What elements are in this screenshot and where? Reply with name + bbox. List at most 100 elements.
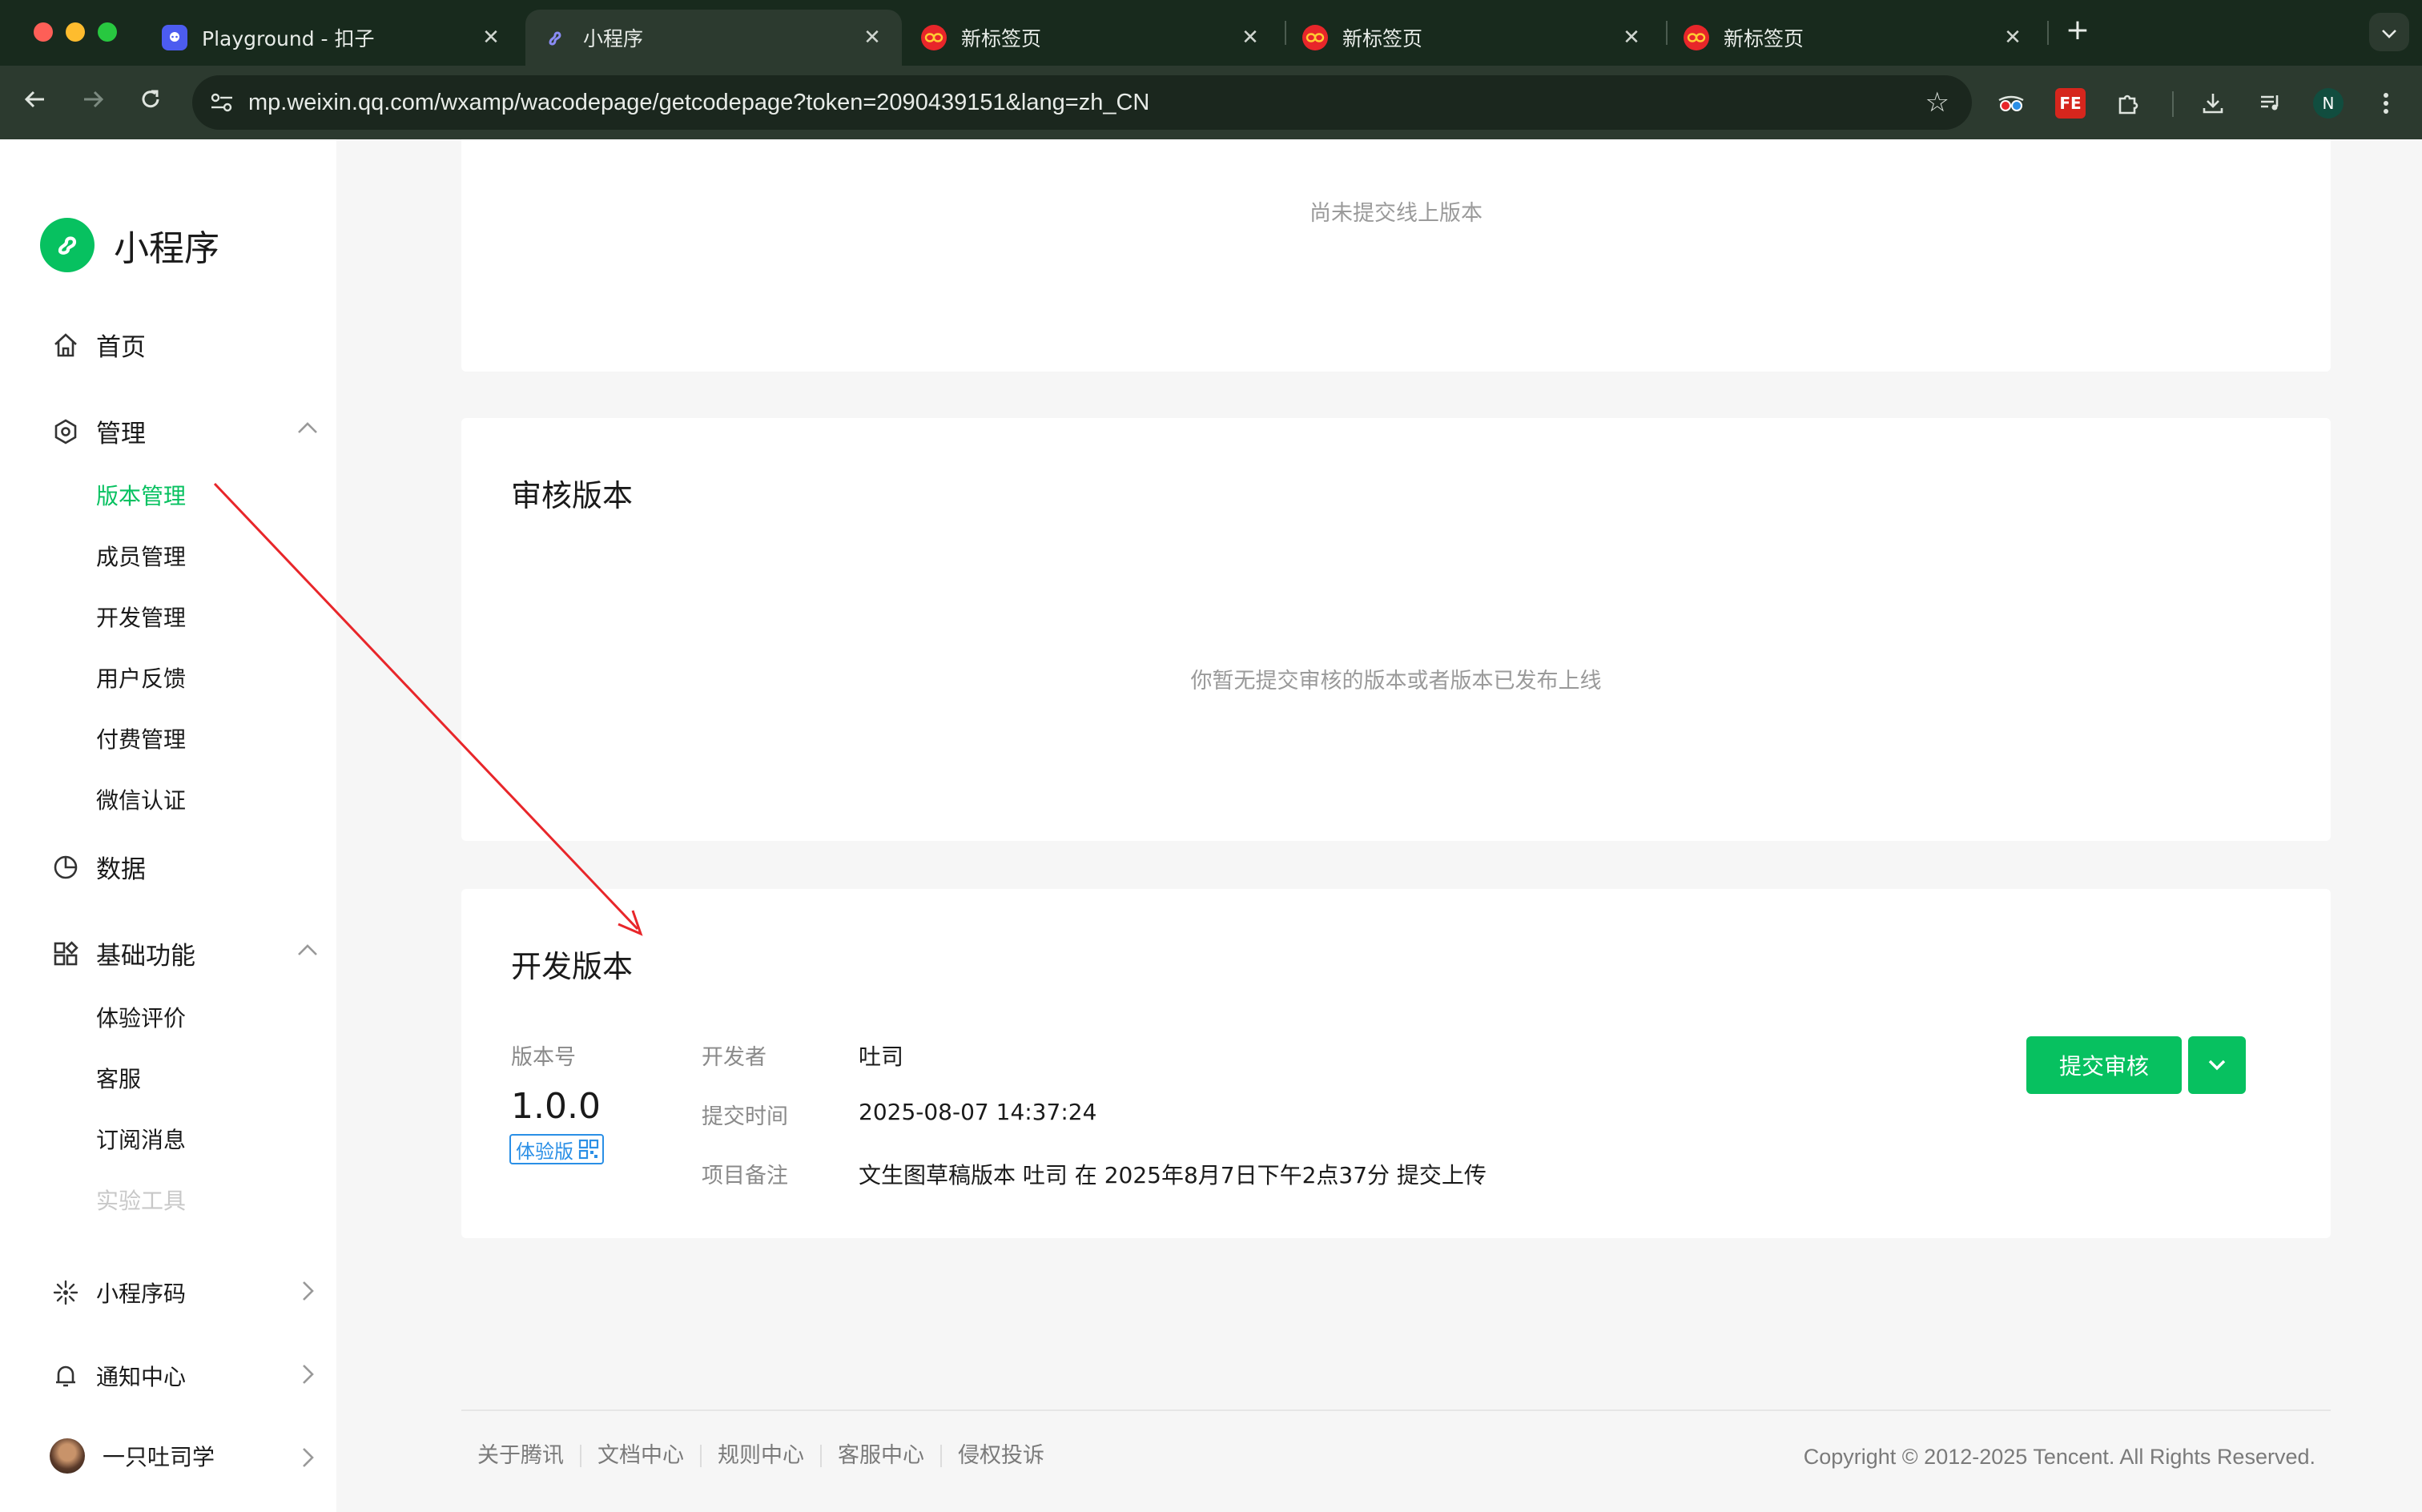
new-tab-button[interactable]: + <box>2060 14 2095 50</box>
extensions-puzzle-icon[interactable] <box>2113 88 2143 119</box>
footer-links: 关于腾讯 文档中心 规则中心 客服中心 侵权投诉 <box>477 1445 1060 1467</box>
chevron-right-icon[interactable] <box>293 1277 322 1305</box>
address-bar[interactable]: mp.weixin.qq.com/wxamp/wacodepage/getcod… <box>192 75 1972 130</box>
forward-button[interactable] <box>74 83 112 122</box>
reload-button[interactable] <box>131 83 170 122</box>
tab-new-2[interactable]: 新标签页 ✕ <box>1285 10 1661 66</box>
qrcode-icon <box>578 1139 599 1160</box>
more-actions-button[interactable] <box>2188 1036 2246 1094</box>
sidebar-item-dev-manage[interactable]: 开发管理 <box>96 601 186 633</box>
version-label: 版本号 <box>511 1045 576 1070</box>
sidebar-item-manage[interactable]: 管理 <box>50 413 146 449</box>
media-controls-icon[interactable] <box>2255 88 2286 119</box>
miniprogram-logo-icon <box>40 218 95 272</box>
sidebar-item-basic[interactable]: 基础功能 <box>50 935 195 971</box>
tab-playground[interactable]: Playground - 扣子 ✕ <box>144 10 521 66</box>
sidebar-item-wechat-verify[interactable]: 微信认证 <box>96 783 186 815</box>
logo-text: 小程序 <box>114 228 219 269</box>
version-number: 1.0.0 <box>511 1086 601 1127</box>
sidebar-item-qrcode[interactable]: 小程序码 <box>50 1277 186 1309</box>
browser-tab-bar: Playground - 扣子 ✕ 小程序 ✕ 新标签页 ✕ 新标签页 ✕ 新标… <box>0 0 2422 66</box>
browser-toolbar: mp.weixin.qq.com/wxamp/wacodepage/getcod… <box>0 66 2422 139</box>
chevron-right-icon[interactable] <box>293 1360 322 1389</box>
qrcode-burst-icon <box>50 1277 82 1309</box>
profile-avatar[interactable]: N <box>2313 88 2344 119</box>
logo[interactable]: 小程序 <box>40 218 219 272</box>
reload-icon <box>142 90 159 108</box>
chevron-up-icon[interactable] <box>293 935 322 964</box>
sidebar-item-payment[interactable]: 付费管理 <box>96 722 186 754</box>
tab-title: 新标签页 <box>1724 27 1804 50</box>
coze-icon <box>162 25 187 50</box>
minimize-window-button[interactable] <box>66 22 85 42</box>
footer-link-rules[interactable]: 规则中心 <box>700 1445 820 1467</box>
home-icon <box>50 329 82 361</box>
arrow-right-icon <box>84 90 104 108</box>
close-tab-icon[interactable]: ✕ <box>1619 26 1644 50</box>
sidebar-item-data[interactable]: 数据 <box>50 849 146 885</box>
newtab-icon <box>921 25 947 50</box>
avatar <box>50 1438 85 1474</box>
footer-link-service[interactable]: 客服中心 <box>820 1445 940 1467</box>
sidebar-item-label: 首页 <box>96 333 146 362</box>
settings-hexagon-icon <box>50 416 82 448</box>
close-window-button[interactable] <box>34 22 53 42</box>
tab-miniprogram[interactable]: 小程序 ✕ <box>525 10 902 66</box>
sidebar-item-user[interactable]: 一只吐司学 <box>50 1438 215 1474</box>
downloads-icon[interactable] <box>2198 88 2228 119</box>
sidebar-item-member-manage[interactable]: 成员管理 <box>96 540 186 572</box>
tab-search-button[interactable] <box>2369 13 2409 51</box>
footer-divider <box>461 1409 2331 1411</box>
online-version-card: 尚未提交线上版本 <box>461 139 2331 372</box>
browser-menu-icon[interactable] <box>2371 88 2401 119</box>
pie-chart-icon <box>50 851 82 883</box>
back-button[interactable] <box>16 83 54 122</box>
online-empty-text: 尚未提交线上版本 <box>1310 201 1483 226</box>
extension-glasses-icon[interactable] <box>1996 88 2026 119</box>
close-tab-icon[interactable]: ✕ <box>860 26 884 50</box>
sidebar-item-customer-service[interactable]: 客服 <box>96 1062 141 1094</box>
grid-apps-icon <box>50 938 82 970</box>
footer-link-docs[interactable]: 文档中心 <box>580 1445 700 1467</box>
sidebar-item-home[interactable]: 首页 <box>50 327 146 363</box>
user-name: 一只吐司学 <box>103 1444 215 1470</box>
sidebar-item-experiment-tools[interactable]: 实验工具 <box>96 1184 186 1216</box>
tab-title: Playground - 扣子 <box>202 27 375 50</box>
chevron-right-icon[interactable] <box>293 1443 322 1472</box>
close-tab-icon[interactable]: ✕ <box>479 26 503 50</box>
chevron-down-icon <box>2208 1060 2226 1071</box>
sidebar-item-subscribe-message[interactable]: 订阅消息 <box>96 1123 186 1155</box>
chevron-down-icon <box>2382 30 2396 38</box>
chevron-up-icon[interactable] <box>293 413 322 442</box>
sidebar-item-feedback[interactable]: 用户反馈 <box>96 662 186 694</box>
maximize-window-button[interactable] <box>98 22 117 42</box>
page-content: 小程序 首页 管理 版本管理 成员管理 开发管理 用户反馈 付费管理 微信认证 <box>0 139 2422 1512</box>
url-text: mp.weixin.qq.com/wxamp/wacodepage/getcod… <box>248 89 1150 115</box>
experience-badge[interactable]: 体验版 <box>509 1134 604 1164</box>
developer-value: 吐司 <box>859 1044 904 1070</box>
submit-time-value: 2025-08-07 14:37:24 <box>859 1099 1097 1125</box>
tab-new-1[interactable]: 新标签页 ✕ <box>903 10 1280 66</box>
tab-title: 小程序 <box>583 27 644 50</box>
sidebar-item-notify[interactable]: 通知中心 <box>50 1360 186 1392</box>
tab-new-3[interactable]: 新标签页 ✕ <box>1666 10 2042 66</box>
site-settings-icon[interactable] <box>210 91 234 114</box>
dev-version-card: 开发版本 版本号 1.0.0 体验版 开发者 吐司 提交时间 2025-08-0… <box>461 889 2331 1238</box>
sidebar-item-label: 基础功能 <box>96 942 195 971</box>
badge-label: 体验版 <box>516 1140 573 1163</box>
arrow-left-icon <box>24 90 44 108</box>
close-tab-icon[interactable]: ✕ <box>2001 26 2025 50</box>
sidebar-item-label: 数据 <box>96 855 146 884</box>
bell-icon <box>50 1360 82 1392</box>
submit-review-button[interactable]: 提交审核 <box>2026 1036 2182 1094</box>
review-empty-text: 你暂无提交审核的版本或者版本已发布上线 <box>1190 669 1602 694</box>
close-tab-icon[interactable]: ✕ <box>1238 26 1262 50</box>
miniprogram-icon <box>543 25 569 50</box>
sidebar-item-experience-rating[interactable]: 体验评价 <box>96 1001 186 1033</box>
extension-fe-icon[interactable]: FE <box>2055 88 2086 119</box>
sidebar-item-version-manage[interactable]: 版本管理 <box>96 479 186 511</box>
footer-link-about[interactable]: 关于腾讯 <box>477 1445 580 1467</box>
footer-link-complaint[interactable]: 侵权投诉 <box>940 1445 1060 1467</box>
bookmark-star-icon[interactable]: ☆ <box>1925 86 1949 119</box>
developer-label: 开发者 <box>702 1045 766 1070</box>
